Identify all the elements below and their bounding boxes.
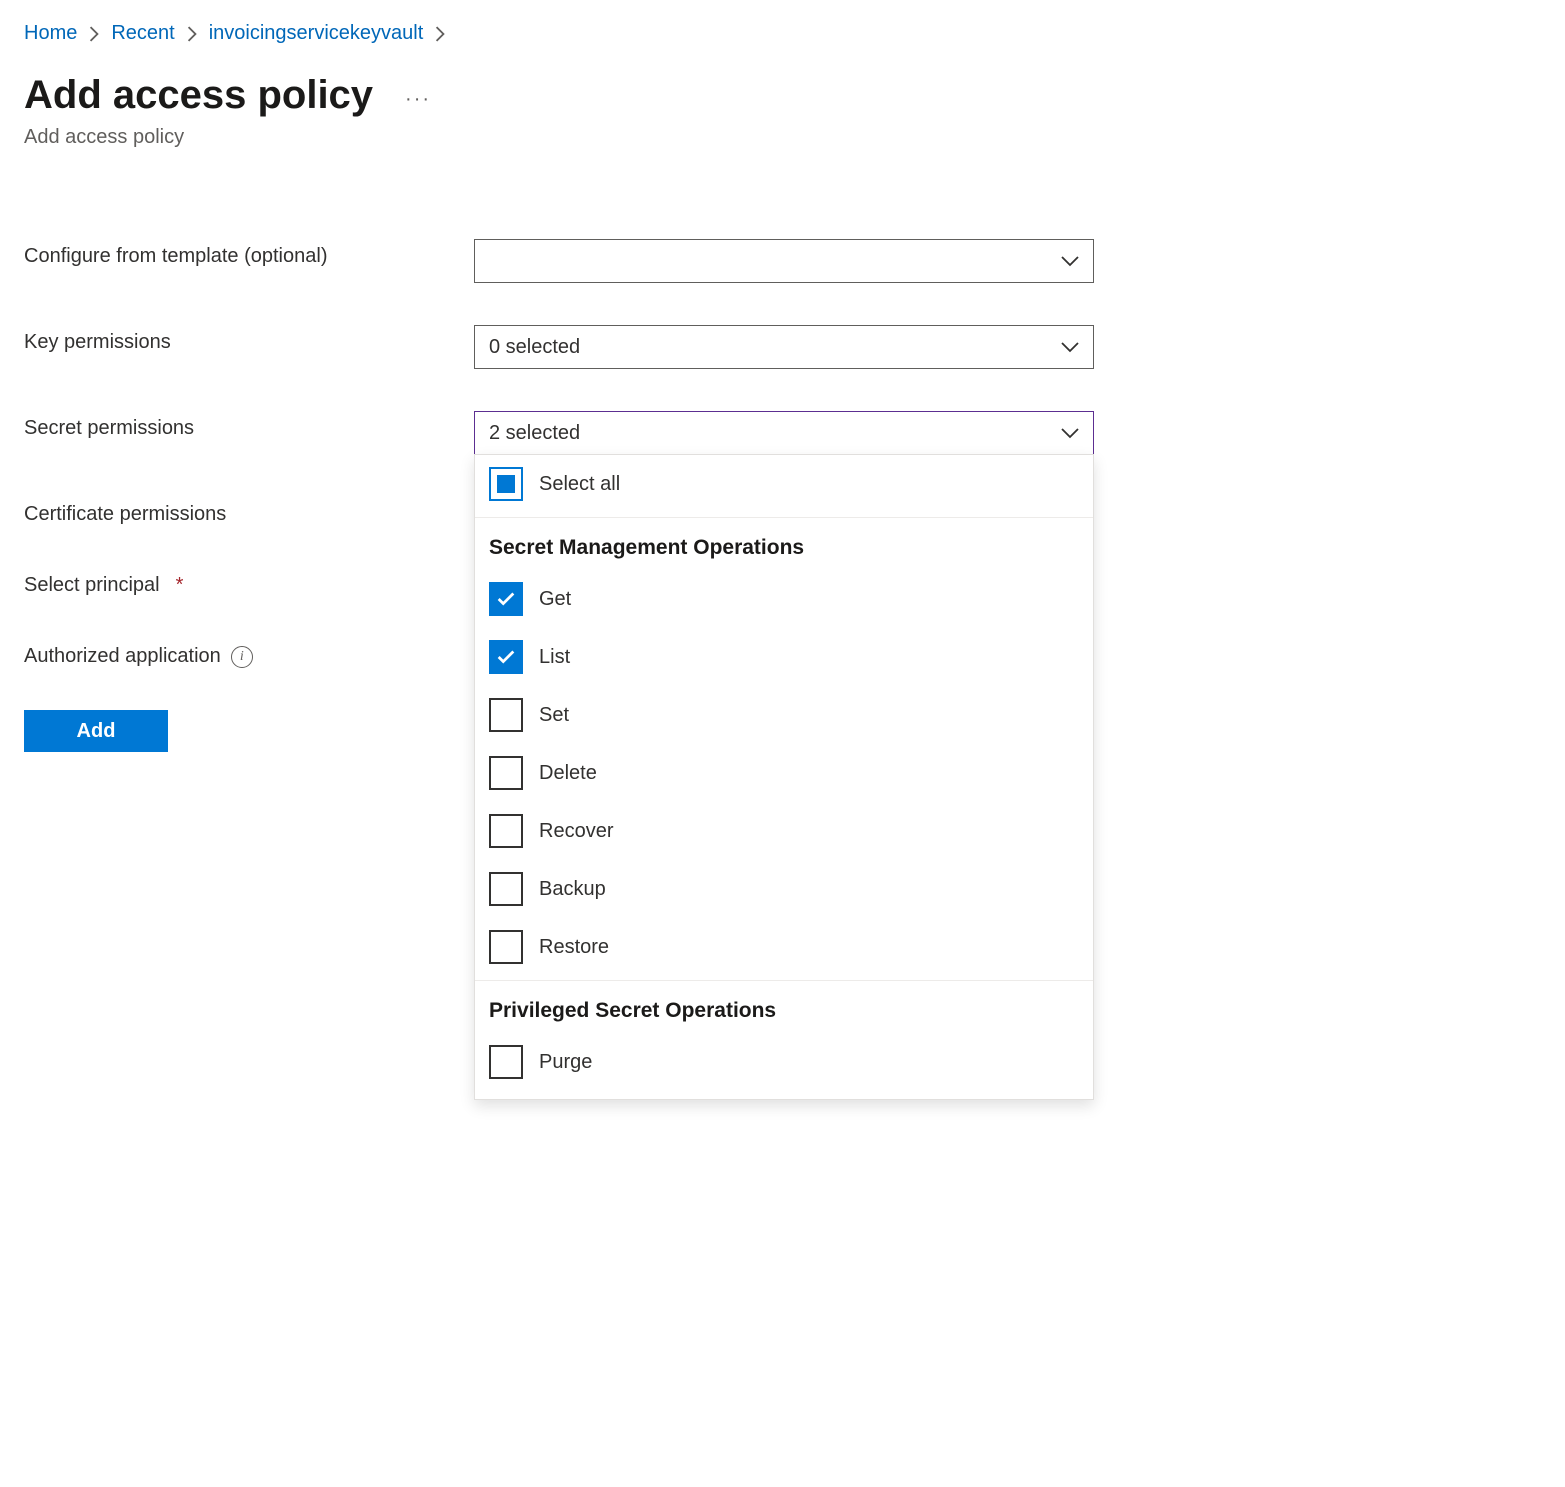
checkbox-unchecked-icon <box>489 1045 523 1079</box>
option-delete[interactable]: Delete <box>475 744 1093 802</box>
chevron-down-icon <box>1061 341 1079 353</box>
configure-template-label: Configure from template (optional) <box>24 239 474 268</box>
checkbox-unchecked-icon <box>489 814 523 848</box>
info-icon[interactable]: i <box>231 646 253 668</box>
configure-template-select[interactable] <box>474 239 1094 283</box>
page-subtitle: Add access policy <box>24 126 1541 149</box>
chevron-down-icon <box>1061 427 1079 439</box>
checkbox-unchecked-icon <box>489 930 523 964</box>
required-indicator: * <box>176 574 184 597</box>
secret-permissions-dropdown: Select all Secret Management Operations … <box>474 454 1094 1100</box>
chevron-right-icon <box>89 26 99 42</box>
checkbox-unchecked-icon <box>489 756 523 790</box>
page-title: Add access policy <box>24 73 373 118</box>
option-label: Set <box>539 704 569 727</box>
checkbox-unchecked-icon <box>489 872 523 906</box>
authorized-application-label: Authorized application i <box>24 639 474 668</box>
select-principal-label: Select principal* <box>24 568 474 597</box>
secret-permissions-label: Secret permissions <box>24 411 474 440</box>
option-restore[interactable]: Restore <box>475 918 1093 976</box>
option-list[interactable]: List <box>475 628 1093 686</box>
breadcrumb-home[interactable]: Home <box>24 22 77 45</box>
select-all-label: Select all <box>539 473 620 496</box>
chevron-down-icon <box>1061 255 1079 267</box>
option-set[interactable]: Set <box>475 686 1093 744</box>
breadcrumb-resource[interactable]: invoicingservicekeyvault <box>209 22 424 45</box>
option-group-heading: Secret Management Operations <box>475 536 1093 570</box>
checkbox-checked-icon <box>489 640 523 674</box>
checkbox-indeterminate-icon <box>489 467 523 501</box>
secret-permissions-value: 2 selected <box>489 422 580 445</box>
more-actions-button[interactable]: ··· <box>405 88 431 111</box>
option-label: Purge <box>539 1051 592 1074</box>
key-permissions-value: 0 selected <box>489 336 580 359</box>
option-label: Restore <box>539 936 609 959</box>
secret-permissions-select[interactable]: 2 selected <box>474 411 1094 455</box>
option-recover[interactable]: Recover <box>475 802 1093 860</box>
checkbox-checked-icon <box>489 582 523 616</box>
breadcrumb: Home Recent invoicingservicekeyvault <box>24 22 1541 45</box>
breadcrumb-recent[interactable]: Recent <box>111 22 174 45</box>
key-permissions-select[interactable]: 0 selected <box>474 325 1094 369</box>
option-backup[interactable]: Backup <box>475 860 1093 918</box>
add-button[interactable]: Add <box>24 710 168 752</box>
option-group-heading: Privileged Secret Operations <box>475 999 1093 1033</box>
option-label: List <box>539 646 570 669</box>
option-label: Get <box>539 588 571 611</box>
option-get[interactable]: Get <box>475 570 1093 628</box>
option-label: Recover <box>539 820 613 843</box>
checkbox-unchecked-icon <box>489 698 523 732</box>
chevron-right-icon <box>187 26 197 42</box>
key-permissions-label: Key permissions <box>24 325 474 354</box>
option-purge[interactable]: Purge <box>475 1033 1093 1091</box>
certificate-permissions-label: Certificate permissions <box>24 497 474 526</box>
chevron-right-icon <box>435 26 445 42</box>
option-label: Backup <box>539 878 606 901</box>
option-label: Delete <box>539 762 597 785</box>
select-all-option[interactable]: Select all <box>475 455 1093 513</box>
